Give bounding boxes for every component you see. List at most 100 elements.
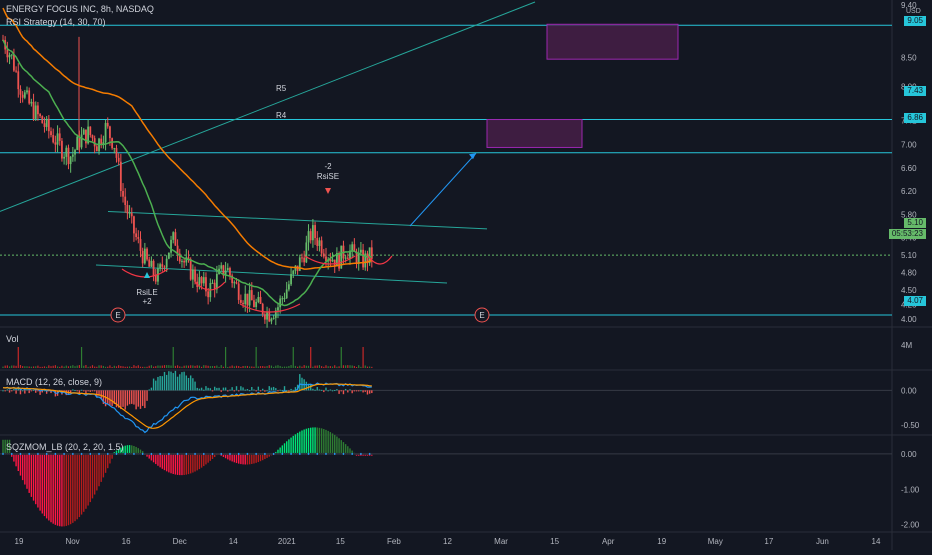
squeeze-histogram-bar: [183, 453, 185, 475]
chart-root[interactable]: 9.408.508.007.417.006.606.205.805.405.10…: [0, 0, 932, 550]
volume-bar: [115, 366, 118, 368]
volume-bar: [163, 365, 166, 368]
squeeze-histogram-bar: [331, 433, 334, 454]
squeeze-state-dot: [200, 452, 203, 455]
volume-bar: [144, 366, 146, 368]
squeeze-state-dot: [222, 452, 225, 455]
candle-body: [183, 260, 186, 263]
volume-bar: [13, 365, 15, 368]
volume-bar: [345, 365, 347, 368]
squeeze-histogram-bar: [54, 453, 57, 525]
macd-histogram-bar: [200, 387, 203, 391]
macd-histogram-bar: [89, 390, 91, 392]
volume-bar: [303, 365, 305, 368]
squeeze-state-dot: [113, 452, 115, 455]
macd-histogram-bar: [237, 390, 240, 392]
price-axis-label: 4.00: [901, 315, 917, 324]
time-axis-label: 12: [443, 537, 452, 546]
squeeze-state-dot: [281, 452, 284, 455]
volume-bar: [176, 365, 179, 368]
volume-bar: [4, 365, 6, 368]
volume-bar: [257, 366, 259, 368]
macd-histogram-bar: [268, 386, 270, 391]
squeeze-state-dot: [65, 452, 67, 455]
squeeze-state-dot: [216, 452, 218, 455]
candle-body: [50, 131, 52, 136]
squeeze-histogram-bar: [318, 427, 321, 454]
chart-canvas[interactable]: 9.408.508.007.417.006.606.205.805.405.10…: [0, 0, 932, 550]
squeeze-histogram-bar: [26, 453, 28, 489]
candle-body: [104, 122, 107, 143]
macd-histogram-bar: [122, 390, 124, 407]
macd-histogram-bar: [144, 390, 146, 409]
squeeze-histogram-bar: [21, 453, 24, 481]
earnings-marker-label: E: [479, 311, 484, 320]
squeeze-histogram-bar: [161, 453, 164, 469]
squeeze-state-dot: [277, 452, 279, 455]
candle-body: [202, 277, 205, 284]
strategy-label[interactable]: RSI Strategy (14, 30, 70): [6, 17, 106, 27]
squeeze-histogram-bar: [155, 453, 157, 465]
squeeze-histogram-bar: [176, 453, 179, 475]
squeeze-histogram-bar: [314, 427, 316, 454]
candle-body: [54, 142, 57, 145]
squeeze-label[interactable]: SQZMOM_LB (20, 2, 20, 1.5): [6, 442, 124, 452]
squeeze-histogram-bar: [192, 453, 194, 473]
volume-bar: [321, 366, 323, 368]
candle-body: [303, 257, 306, 263]
volume-bar: [233, 366, 235, 368]
macd-histogram-bar: [327, 390, 329, 392]
squeeze-state-dot: [109, 452, 111, 455]
squeeze-histogram-bar: [78, 453, 81, 518]
squeeze-state-dot: [203, 452, 205, 455]
macd-histogram-bar: [24, 390, 26, 394]
squeeze-state-dot: [347, 452, 349, 455]
volume-bar: [107, 366, 109, 368]
volume-bar: [225, 347, 227, 368]
squeeze-state-dot: [349, 452, 351, 455]
macd-histogram-bar: [176, 376, 179, 391]
macd-histogram-bar: [224, 387, 227, 391]
volume-bar: [65, 365, 67, 368]
volume-bar: [205, 365, 207, 368]
r4-label: R4: [276, 111, 287, 120]
currency-label: USD: [906, 8, 921, 15]
squeeze-state-dot: [358, 452, 360, 455]
volume-bar: [17, 347, 19, 368]
squeeze-state-dot: [176, 452, 179, 455]
squeeze-state-dot: [32, 452, 35, 455]
volume-bar: [209, 366, 211, 368]
macd-label[interactable]: MACD (12, 26, close, 9): [6, 377, 102, 387]
channel-upper-line: [107, 210, 488, 230]
squeeze-state-dot: [185, 452, 188, 455]
squeeze-histogram-bar: [240, 453, 242, 465]
symbol-title[interactable]: ENERGY FOCUS INC, 8h, NASDAQ: [6, 4, 154, 14]
macd-histogram-bar: [358, 390, 360, 392]
macd-axis-label: 0.00: [901, 386, 917, 395]
candle-body: [30, 101, 33, 104]
candle-body: [143, 248, 146, 264]
squeeze-histogram-bar: [323, 429, 325, 454]
candle-body: [259, 296, 262, 304]
macd-histogram-bar: [209, 388, 212, 391]
volume-label[interactable]: Vol: [6, 334, 19, 344]
candle-body: [26, 90, 28, 93]
macd-histogram-bar: [100, 390, 102, 399]
squeeze-histogram-bar: [198, 453, 201, 470]
macd-histogram-bar: [257, 386, 260, 391]
squeeze-histogram-bar: [163, 453, 166, 471]
candle-body: [237, 283, 240, 300]
squeeze-state-dot: [117, 452, 120, 455]
volume-bar: [24, 366, 26, 368]
volume-bar: [104, 366, 107, 368]
candle-body: [318, 240, 321, 246]
macd-histogram-bar: [76, 390, 78, 392]
squeeze-histogram-bar: [89, 453, 91, 503]
squeeze-histogram-bar: [251, 453, 253, 464]
macd-histogram-bar: [161, 376, 164, 391]
volume-bar: [214, 366, 216, 368]
squeeze-state-dot: [181, 452, 183, 455]
squeeze-state-dot: [93, 452, 96, 455]
volume-bar: [229, 366, 231, 368]
candle-body: [174, 232, 177, 246]
